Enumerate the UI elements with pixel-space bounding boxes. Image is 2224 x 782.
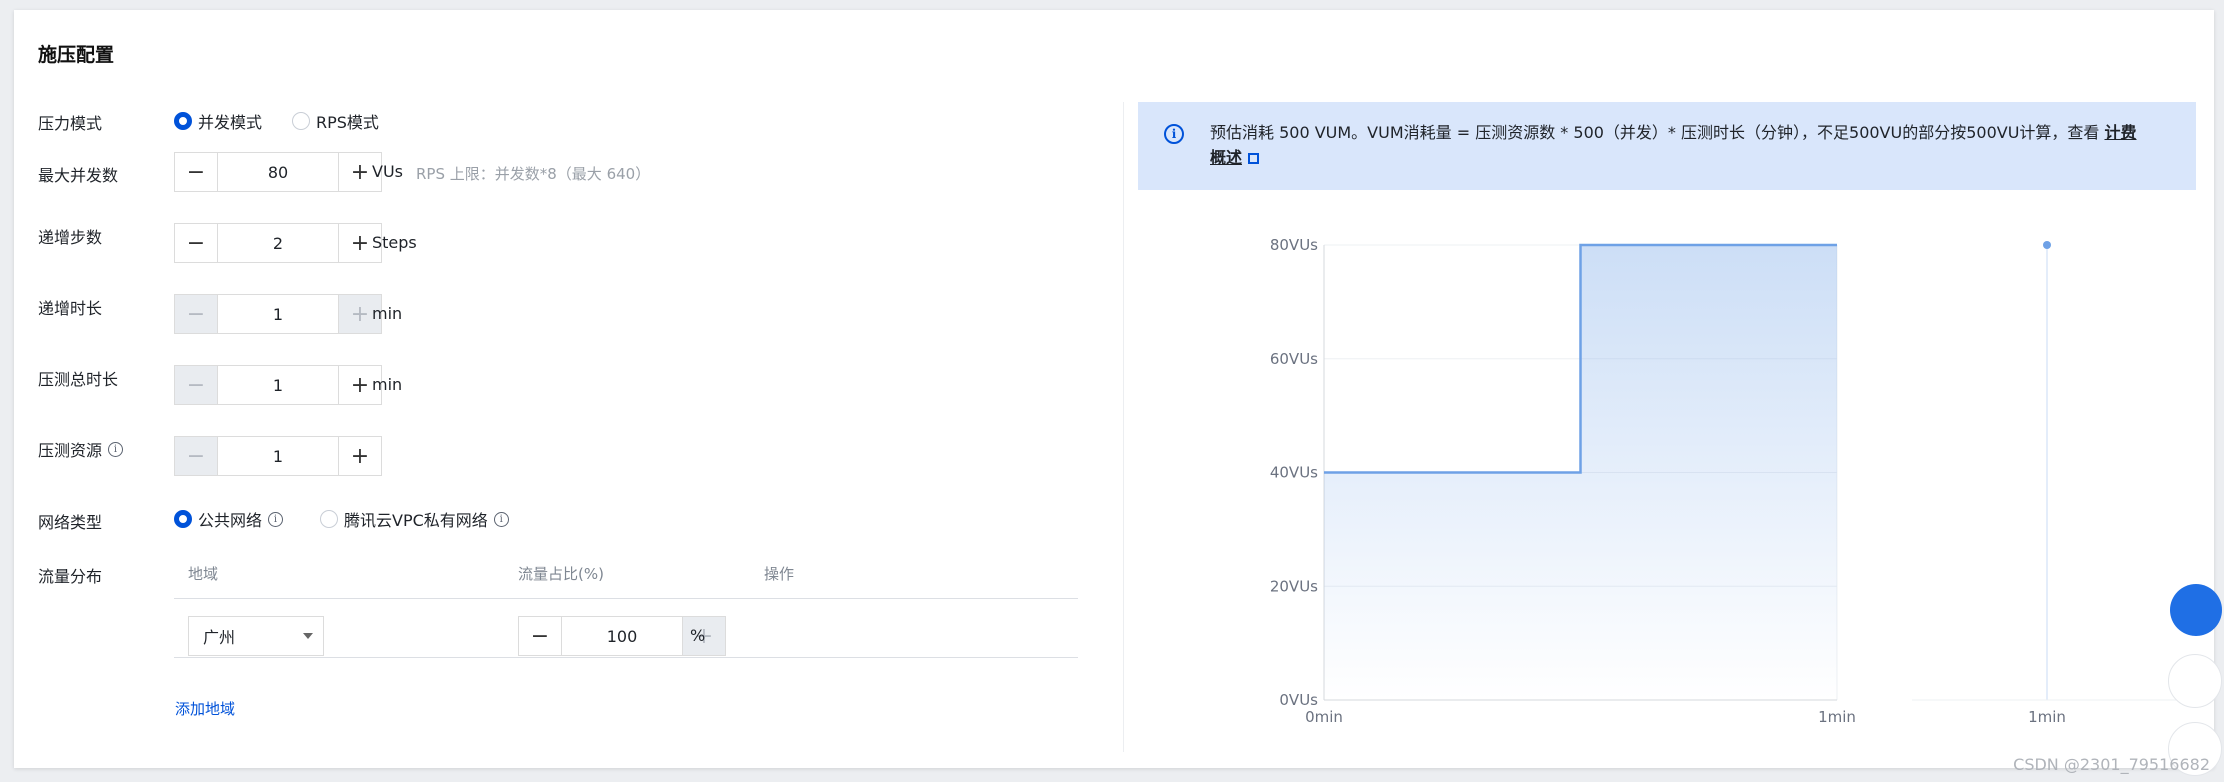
cloud-float-button[interactable] <box>2168 654 2222 708</box>
column-header-action: 操作 <box>764 565 795 583</box>
pressure-mode-label: 压力模式 <box>38 114 103 133</box>
decrement-button[interactable]: − <box>175 295 217 333</box>
y-tick-label: 20VUs <box>1270 577 1318 595</box>
section-title: 施压配置 <box>38 44 115 66</box>
decrement-button[interactable]: − <box>175 366 217 404</box>
max-concurrency-unit: VUs <box>372 162 403 181</box>
total-duration-stepper: − 1 + <box>174 365 382 405</box>
radio-dot <box>320 510 338 528</box>
concurrency-chart: 0VUs 20VUs 40VUs 60VUs 80VUs 0min 1min 1min <box>1270 236 2194 726</box>
add-region-link[interactable]: 添加地域 <box>175 698 235 719</box>
max-concurrency-input[interactable]: 80 <box>217 153 339 191</box>
ramp-steps-label: 递增步数 <box>38 228 103 247</box>
total-duration-label: 压测总时长 <box>38 370 119 389</box>
radio-concurrency-mode[interactable]: 并发模式 <box>174 109 262 133</box>
x-tick-label: 0min <box>1305 708 1343 726</box>
column-header-ratio: 流量占比(%) <box>518 565 604 583</box>
total-duration-unit: min <box>372 375 403 394</box>
rps-limit-hint: RPS 上限：并发数*8（最大 640） <box>416 165 651 183</box>
load-config-card: 施压配置 压力模式 并发模式 RPS模式 最大并发数 − 80 + VUs RP… <box>14 10 2222 776</box>
traffic-ratio-unit: % <box>690 626 706 645</box>
ramp-duration-stepper: − 1 + <box>174 294 382 334</box>
region-select[interactable]: 广州 <box>188 616 324 656</box>
radio-rps-mode[interactable]: RPS模式 <box>292 109 379 133</box>
table-divider <box>174 657 1078 658</box>
decrement-button[interactable]: − <box>175 153 217 191</box>
ramp-steps-stepper: − 2 + <box>174 223 382 263</box>
ramp-duration-input[interactable]: 1 <box>217 295 339 333</box>
y-tick-label: 40VUs <box>1270 464 1318 482</box>
increment-button[interactable]: + <box>339 437 381 475</box>
x-tick-label: 1min <box>1818 708 1856 726</box>
network-type-label: 网络类型 <box>38 513 103 532</box>
minimap-x-tick-label: 1min <box>2028 708 2066 726</box>
radio-dot <box>292 112 310 130</box>
radio-label: 腾讯云VPC私有网络 <box>344 511 488 530</box>
traffic-label: 流量分布 <box>38 567 103 586</box>
cost-estimate-banner: i 预估消耗 500 VUM。VUM消耗量 = 压测资源数 * 500（并发）*… <box>1138 102 2196 190</box>
banner-text: 预估消耗 500 VUM。VUM消耗量 = 压测资源数 * 500（并发）* 压… <box>1210 123 2100 142</box>
resources-label: 压测资源 <box>38 441 103 460</box>
column-header-region: 地域 <box>188 565 219 583</box>
radio-label: 公共网络 <box>198 511 263 530</box>
external-link-icon <box>1248 153 1260 164</box>
ramp-duration-label: 递增时长 <box>38 299 103 318</box>
total-duration-input[interactable]: 1 <box>217 366 339 404</box>
decrement-button[interactable]: − <box>175 437 217 475</box>
max-concurrency-stepper: − 80 + <box>174 152 382 192</box>
ramp-duration-unit: min <box>372 304 403 323</box>
y-tick-label: 80VUs <box>1270 236 1318 254</box>
support-float-button[interactable] <box>2170 584 2222 636</box>
resources-label-wrap: 压测资源 i <box>38 437 124 461</box>
radio-vpc-network[interactable]: 腾讯云VPC私有网络 i <box>320 507 509 531</box>
info-icon[interactable]: i <box>493 511 509 527</box>
banner-text-wrap: 预估消耗 500 VUM。VUM消耗量 = 压测资源数 * 500（并发）* 压… <box>1210 120 2150 170</box>
resources-stepper: − 1 + <box>174 436 382 476</box>
radio-label: RPS模式 <box>316 113 379 132</box>
radio-label: 并发模式 <box>198 113 263 132</box>
info-icon[interactable]: i <box>268 511 284 527</box>
decrement-button[interactable]: − <box>175 224 217 262</box>
ramp-steps-unit: Steps <box>372 233 417 252</box>
resources-input[interactable]: 1 <box>217 437 339 475</box>
caret-down-icon <box>303 633 313 639</box>
y-tick-label: 60VUs <box>1270 350 1318 368</box>
radio-public-network[interactable]: 公共网络 i <box>174 507 284 531</box>
traffic-ratio-input[interactable]: 100 <box>561 617 683 655</box>
table-divider <box>174 598 1078 599</box>
info-icon[interactable]: i <box>108 441 124 457</box>
watermark: CSDN @2301_79516682 <box>2013 755 2210 774</box>
info-icon: i <box>1164 124 1184 144</box>
max-concurrency-label: 最大并发数 <box>38 166 119 185</box>
region-select-value: 广州 <box>203 628 236 647</box>
decrement-button[interactable]: − <box>519 617 561 655</box>
minimap-point <box>2043 241 2051 249</box>
radio-dot <box>174 112 192 130</box>
radio-dot <box>174 510 192 528</box>
y-tick-label: 0VUs <box>1279 691 1318 709</box>
ramp-steps-input[interactable]: 2 <box>217 224 339 262</box>
